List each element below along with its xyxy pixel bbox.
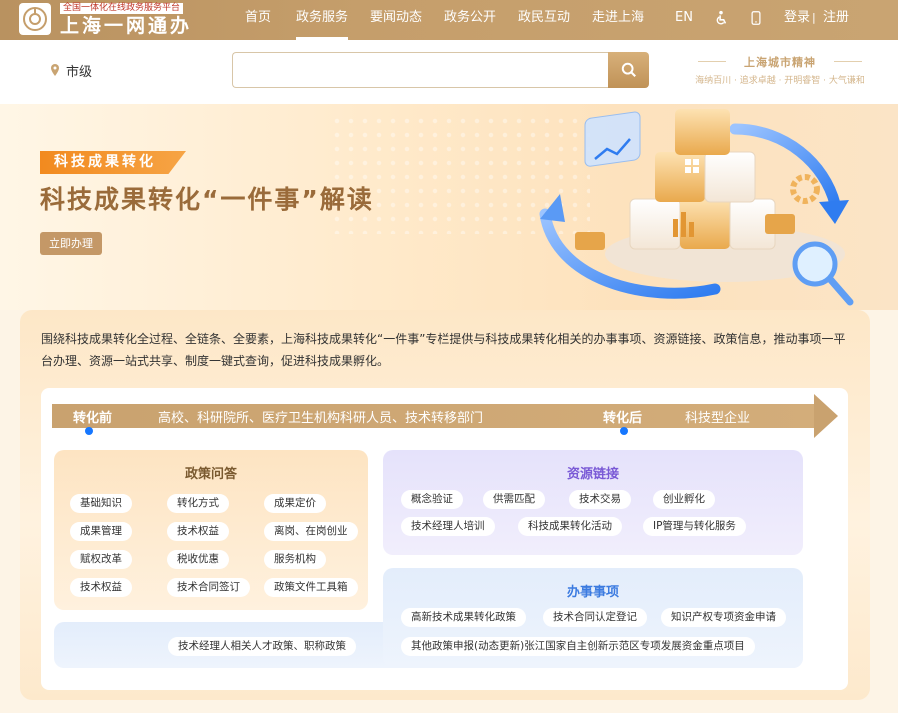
- nav-interaction[interactable]: 政民互动: [518, 0, 570, 40]
- search-icon: [621, 62, 636, 77]
- resource-chip[interactable]: 供需匹配: [483, 490, 545, 509]
- main-panel: 围绕科技成果转化全过程、全链条、全要素，上海科技成果转化“一件事”专栏提供与科技…: [20, 310, 870, 700]
- location-pin-icon: [51, 64, 59, 76]
- flow-before-dot: [85, 427, 93, 435]
- apply-now-button[interactable]: 立即办理: [40, 232, 102, 255]
- nav-gov-services[interactable]: 政务服务: [296, 0, 349, 40]
- policy-chip[interactable]: 技术权益: [167, 522, 229, 541]
- intro-text: 围绕科技成果转化全过程、全链条、全要素，上海科技成果转化“一件事”专栏提供与科技…: [41, 332, 846, 368]
- accessibility-icon[interactable]: [712, 10, 730, 28]
- resources-card: 资源链接 概念验证 供需匹配 技术交易 创业孵化 技术经理人培训 科技成果转化活…: [383, 450, 803, 555]
- flow-after-label: 转化后: [603, 411, 643, 426]
- resource-chip[interactable]: 科技成果转化活动: [518, 517, 622, 536]
- search-row: 市级 上海城市精神 海纳百川 · 追求卓越 · 开明睿智 · 大气谦和: [0, 40, 898, 104]
- login-separator: |: [812, 11, 816, 24]
- mobile-icon[interactable]: [747, 10, 765, 28]
- logo-title[interactable]: 上海一网通办: [60, 15, 192, 37]
- policy-chip[interactable]: 税收优惠: [167, 550, 229, 569]
- nav-lang-en[interactable]: EN: [675, 0, 693, 40]
- affair-chip[interactable]: 技术经理人相关人才政策、职称政策: [168, 637, 356, 656]
- policy-chip[interactable]: 转化方式: [167, 494, 229, 513]
- affairs-title: 办事事项: [566, 585, 619, 600]
- top-nav-bar: 全国一体化在线政务服务平台 上海一网通办 首页 政务服务 要闻动态 政务公开 政…: [0, 0, 898, 40]
- resources-title: 资源链接: [566, 467, 619, 482]
- site-logo-icon[interactable]: [19, 3, 51, 35]
- nav-news[interactable]: 要闻动态: [370, 0, 422, 40]
- policy-chip[interactable]: 技术权益: [70, 578, 132, 597]
- banner-tag: 科技成果转化: [40, 151, 186, 174]
- flow-after-dot: [620, 427, 628, 435]
- policy-chip[interactable]: 基础知识: [70, 494, 132, 513]
- resource-chip[interactable]: 创业孵化: [653, 490, 715, 509]
- policy-chip[interactable]: 政策文件工具箱: [264, 578, 358, 597]
- affair-chip[interactable]: 技术合同认定登记: [543, 608, 647, 627]
- nav-shanghai[interactable]: 走进上海: [592, 0, 644, 40]
- city-spirit-title: 上海城市精神: [690, 54, 870, 70]
- flow-after-text: 科技型企业: [685, 411, 751, 426]
- search-input[interactable]: [232, 52, 610, 88]
- affair-chip[interactable]: 其他政策申报(动态更新)张江国家自主创新示范区专项发展资金重点项目: [401, 637, 755, 656]
- policy-chip[interactable]: 成果管理: [70, 522, 132, 541]
- resource-chip[interactable]: 技术经理人培训: [401, 517, 495, 536]
- nav-home[interactable]: 首页: [245, 0, 271, 40]
- search-button[interactable]: [608, 52, 649, 88]
- logo-subtitle: 全国一体化在线政务服务平台: [60, 3, 184, 14]
- content-card: 转化前 高校、科研院所、医疗卫生机构科研人员、技术转移部门 转化后 科技型企业 …: [41, 388, 848, 690]
- resource-chip[interactable]: 技术交易: [569, 490, 631, 509]
- location-selector[interactable]: 市级: [66, 61, 92, 80]
- tech-cubes-illustration: [539, 109, 854, 306]
- city-spirit-slogan: 海纳百川 · 追求卓越 · 开明睿智 · 大气谦和: [695, 76, 865, 86]
- policy-chip[interactable]: 技术合同签订: [167, 578, 250, 597]
- policy-qa-title: 政策问答: [184, 467, 237, 482]
- flow-before-text: 高校、科研院所、医疗卫生机构科研人员、技术转移部门: [158, 411, 484, 426]
- banner-title: 科技成果转化“一件事”解读: [40, 185, 374, 214]
- policy-chip[interactable]: 离岗、在岗创业: [264, 522, 358, 541]
- policy-chip[interactable]: 赋权改革: [70, 550, 132, 569]
- nav-gov-open[interactable]: 政务公开: [444, 0, 496, 40]
- resource-chip[interactable]: IP管理与转化服务: [643, 517, 746, 536]
- register-link[interactable]: 注册: [823, 0, 849, 40]
- flow-arrow-head: [814, 394, 838, 438]
- hero-banner: 科技成果转化 科技成果转化“一件事”解读 立即办理: [0, 104, 898, 310]
- policy-qa-card: 政策问答 基础知识 转化方式 成果定价 成果管理 技术权益 离岗、在岗创业 赋权…: [54, 450, 368, 610]
- policy-chip[interactable]: 成果定价: [264, 494, 326, 513]
- flow-before-label: 转化前: [73, 411, 113, 426]
- affairs-card: 办事事项 高新技术成果转化政策 技术合同认定登记 知识产权专项资金申请 其他政策…: [383, 568, 803, 668]
- login-link[interactable]: 登录: [784, 0, 810, 40]
- policy-chip[interactable]: 服务机构: [264, 550, 326, 569]
- affair-chip[interactable]: 知识产权专项资金申请: [661, 608, 786, 627]
- affair-chip[interactable]: 高新技术成果转化政策: [401, 608, 526, 627]
- resource-chip[interactable]: 概念验证: [401, 490, 463, 509]
